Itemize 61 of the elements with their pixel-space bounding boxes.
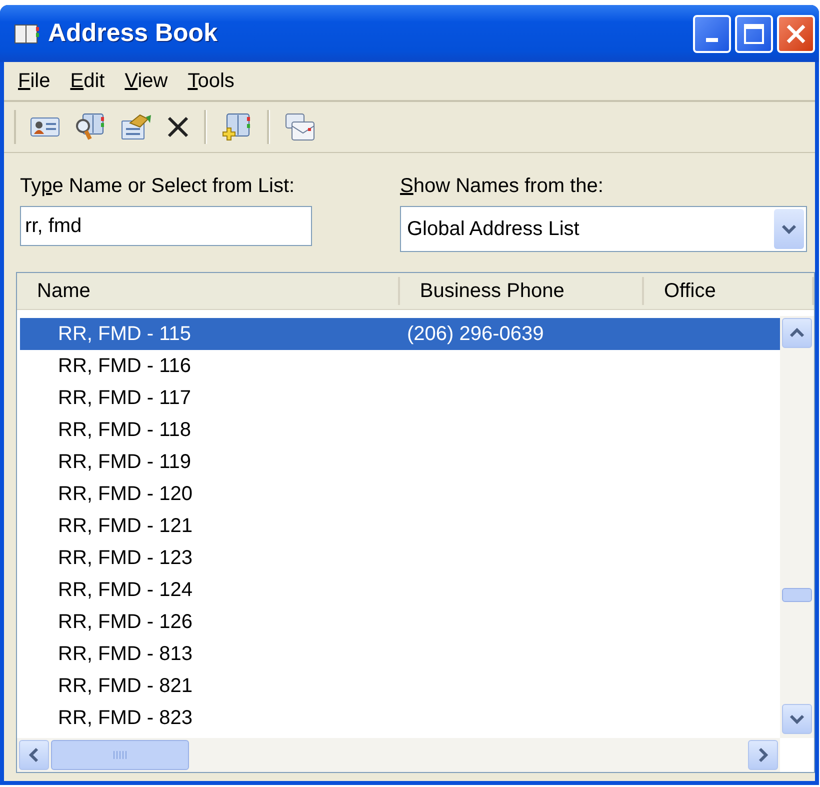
contact-row[interactable]: RR, FMD - 126: [20, 606, 780, 638]
chevron-down-icon: [781, 224, 797, 234]
close-icon: [785, 22, 807, 44]
delete-icon[interactable]: [166, 115, 190, 139]
menu-item[interactable]: Edit: [62, 68, 113, 94]
minimize-icon: [706, 38, 718, 42]
name-cell-text: RR, FMD - 823: [57, 706, 194, 730]
contact-row[interactable]: RR, FMD - 118: [20, 414, 780, 446]
name-cell-text: RR, FMD - 124: [57, 578, 194, 602]
horizontal-scrollbar[interactable]: [17, 738, 780, 772]
contact-row[interactable]: RR, FMD - 124: [20, 574, 780, 606]
contact-row[interactable]: RR, FMD - 123: [20, 542, 780, 574]
address-book-icon: [14, 22, 40, 44]
contact-row[interactable]: RR, FMD - 823: [20, 702, 780, 734]
name-search-field[interactable]: rr, fmd: [20, 206, 312, 246]
menu-item[interactable]: Tools: [180, 68, 242, 94]
maximize-icon: [743, 22, 765, 44]
minimize-button[interactable]: [693, 14, 731, 52]
properties-icon[interactable]: [120, 113, 152, 141]
name-cell-text: RR, FMD - 821: [57, 674, 194, 698]
contact-row[interactable]: RR, FMD - 120: [20, 478, 780, 510]
contact-row[interactable]: RR, FMD - 813: [20, 638, 780, 670]
scroll-right-icon: [758, 747, 768, 763]
name-cell-text: RR, FMD - 813: [57, 642, 194, 666]
scroll-thumb[interactable]: [782, 588, 812, 602]
contact-row[interactable]: RR, FMD - 115 (206) 296-0639: [20, 318, 780, 350]
name-cell-text: RR, FMD - 119: [57, 450, 192, 474]
menu-item[interactable]: File: [10, 68, 58, 94]
scroll-left-icon: [29, 747, 39, 763]
contact-row[interactable]: RR, FMD - 119: [20, 446, 780, 478]
name-cell-text: RR, FMD - 123: [57, 546, 194, 570]
search-label: Type Name or Select from List:: [20, 175, 296, 198]
name-cell-text: RR, FMD - 117: [57, 386, 192, 410]
vertical-scrollbar[interactable]: [780, 316, 814, 738]
column-header[interactable]: Office: [644, 277, 814, 305]
name-cell-text: RR, FMD - 115: [57, 322, 192, 346]
find-people-icon[interactable]: [74, 112, 106, 142]
name-cell-text: RR, FMD - 120: [57, 482, 194, 506]
close-button[interactable]: [777, 14, 815, 52]
source-label: Show Names from the:: [400, 175, 604, 198]
window-title: Address Book: [48, 19, 218, 48]
phone-cell: (206) 296-0639: [407, 322, 544, 346]
column-header[interactable]: Business Phone: [400, 277, 644, 305]
scroll-down-icon: [789, 714, 805, 724]
new-message-icon[interactable]: [284, 112, 316, 142]
name-cell-text: RR, FMD - 126: [57, 610, 194, 634]
name-cell-text: RR, FMD - 116: [57, 354, 192, 378]
scroll-up-icon: [789, 328, 805, 338]
contact-row[interactable]: RR, FMD - 821: [20, 670, 780, 702]
add-to-address-book-icon[interactable]: [221, 112, 253, 142]
contact-row[interactable]: RR, FMD - 121: [20, 510, 780, 542]
column-header[interactable]: Name: [17, 277, 400, 305]
contact-row[interactable]: RR, FMD - 116: [20, 350, 780, 382]
name-cell-text: RR, FMD - 118: [57, 418, 192, 442]
address-list-dropdown[interactable]: Global Address List: [400, 206, 807, 252]
name-cell-text: RR, FMD - 121: [57, 514, 194, 538]
contact-row[interactable]: RR, FMD - 117: [20, 382, 780, 414]
contact-card-icon[interactable]: [30, 116, 60, 138]
grip-icon: [113, 750, 127, 760]
maximize-button[interactable]: [735, 14, 773, 52]
menu-item[interactable]: View: [116, 68, 176, 94]
